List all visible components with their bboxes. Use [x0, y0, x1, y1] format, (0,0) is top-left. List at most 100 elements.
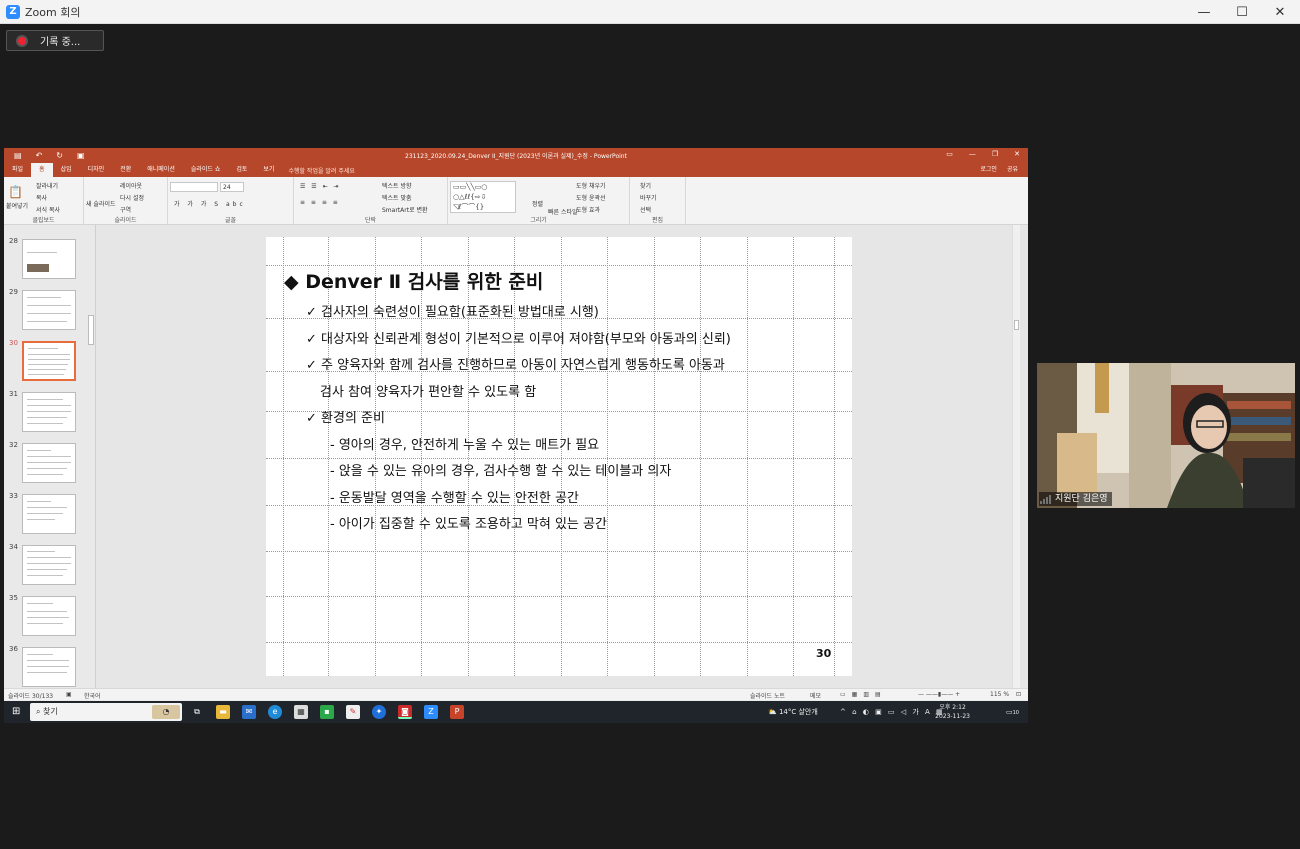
thumbnail-item[interactable]: 28 — [4, 237, 88, 281]
copy-button[interactable]: 복사 — [36, 193, 47, 202]
thumbnail-preview[interactable] — [22, 647, 76, 687]
current-slide[interactable]: ◆ Denver Ⅱ 검사를 위한 준비 ✓ 검사자의 숙련성이 필요함(표준화… — [266, 237, 852, 676]
find-button[interactable]: 찾기 — [640, 181, 651, 190]
thumbnail-preview[interactable] — [22, 494, 76, 534]
file-explorer-icon[interactable]: ▬ — [216, 705, 230, 719]
spellcheck-icon[interactable]: ▣ — [66, 691, 72, 698]
mail-icon[interactable]: ✉ — [242, 705, 256, 719]
paste-icon[interactable]: 📋 — [8, 185, 23, 199]
thumbnail-item[interactable]: 31 — [4, 390, 88, 434]
thumbnail-preview[interactable] — [22, 596, 76, 636]
thumbnail-preview[interactable] — [22, 341, 76, 381]
thumbnail-preview[interactable] — [22, 443, 76, 483]
app-red-icon[interactable]: ◙ — [398, 705, 412, 719]
section-button[interactable]: 구역 — [120, 205, 131, 214]
close-button[interactable]: ✕ — [1261, 0, 1299, 24]
text-direction-button[interactable]: 텍스트 방향 — [382, 181, 412, 190]
weather[interactable]: ⛅ 14°C 살안개 — [768, 701, 818, 723]
font-format-icons[interactable]: 가 가 가 S abc — [174, 199, 246, 208]
reset-button[interactable]: 다시 설정 — [120, 193, 144, 202]
pp-close-button[interactable]: ✕ — [1014, 150, 1020, 158]
notes-button[interactable]: 슬라이드 노트 — [750, 691, 785, 700]
tab-design[interactable]: 디자인 — [80, 163, 113, 177]
thumbnail-item[interactable]: 36 — [4, 645, 88, 689]
thumbnail-item[interactable]: 33 — [4, 492, 88, 536]
layout-button[interactable]: 레이아웃 — [120, 181, 142, 190]
new-slide-button[interactable]: 새 슬라이드 — [86, 199, 116, 208]
arrange-button[interactable]: 정렬 — [532, 199, 543, 208]
tab-transitions[interactable]: 전환 — [112, 163, 139, 177]
thumbnail-item[interactable]: 35 — [4, 594, 88, 638]
slide-sub-bullet: - 앉을 수 있는 유아의 경우, 검사수행 할 수 있는 테이블과 의자 — [330, 464, 672, 479]
search-label: 찾기 — [43, 707, 58, 716]
gridline — [747, 237, 748, 676]
maximize-button[interactable]: ☐ — [1223, 0, 1261, 24]
windows-start-icon[interactable]: ⊞ — [12, 706, 23, 717]
align-icons[interactable]: ≡ ≡ ≡ ≡ — [300, 199, 340, 206]
share-button[interactable]: 공유 — [1007, 163, 1018, 177]
shape-fill-button[interactable]: 도형 채우기 — [576, 181, 606, 190]
comments-button[interactable]: 메모 — [810, 691, 821, 700]
shapes-gallery[interactable]: ▭▭╲╲▭○ ○△ℓℓ{⇨⇩ ◹ℓ⌒⌒{} — [450, 181, 516, 213]
recording-indicator[interactable]: 기록 중... — [6, 30, 104, 51]
scrollbar-thumb[interactable] — [1014, 320, 1019, 330]
list-icons[interactable]: ☰ ☰ ⇤ ⇥ — [300, 183, 341, 190]
thumbnail-preview[interactable] — [22, 239, 76, 279]
shape-effects-button[interactable]: 도형 효과 — [576, 205, 600, 214]
pp-minimize-button[interactable]: — — [969, 150, 976, 158]
language[interactable]: 한국어 — [84, 691, 101, 700]
participant-video[interactable]: 지원단 김은영 — [1037, 363, 1295, 508]
tab-view[interactable]: 보기 — [255, 163, 282, 177]
tab-file[interactable]: 파일 — [4, 163, 31, 177]
align-text-button[interactable]: 텍스트 맞춤 — [382, 193, 412, 202]
app-green-icon[interactable]: ▪ — [320, 705, 334, 719]
tab-slideshow[interactable]: 슬라이드 쇼 — [183, 163, 229, 177]
thumbnail-number: 35 — [9, 594, 18, 602]
font-name-box[interactable] — [170, 182, 218, 192]
font-size-box[interactable]: 24 — [220, 182, 244, 192]
edge-icon[interactable]: e — [268, 705, 282, 719]
tab-home[interactable]: 홈 — [31, 163, 53, 177]
thumbnail-item-selected[interactable]: 30 — [4, 339, 88, 383]
replace-button[interactable]: 바꾸기 — [640, 193, 657, 202]
system-tray-icons[interactable]: ^ ⌂ ◐ ▣ ▭ ◁ 가 A ▦ — [840, 701, 945, 723]
search-highlight-icon[interactable]: ◔ — [152, 705, 180, 719]
fit-slide-icon[interactable]: ⊡ — [1016, 691, 1021, 698]
cut-button[interactable]: 잘라내기 — [36, 181, 58, 190]
notification-center[interactable]: ▭10 — [1006, 701, 1019, 723]
view-icons[interactable]: ▭▦▥▤ — [840, 691, 887, 698]
thumbnail-item[interactable]: 34 — [4, 543, 88, 587]
app-document-icon[interactable]: ✎ — [346, 705, 360, 719]
thumbnail-preview[interactable] — [22, 545, 76, 585]
store-icon[interactable]: ▦ — [294, 705, 308, 719]
thumbnail-item[interactable]: 32 — [4, 441, 88, 485]
thumbnail-preview[interactable] — [22, 392, 76, 432]
app-blue-icon[interactable]: ✦ — [372, 705, 386, 719]
login-link[interactable]: 로그인 — [980, 163, 997, 177]
tab-review[interactable]: 검토 — [228, 163, 255, 177]
minimize-button[interactable]: — — [1185, 0, 1223, 24]
taskbar-clock[interactable]: 오후 2:12 2023-11-23 — [935, 703, 970, 721]
select-button[interactable]: 선택 — [640, 205, 651, 214]
shape-outline-button[interactable]: 도형 윤곽선 — [576, 193, 606, 202]
ribbon-display-icon[interactable]: ▭ — [946, 150, 953, 158]
tab-animations[interactable]: 애니메이션 — [139, 163, 183, 177]
pp-restore-button[interactable]: ❐ — [992, 150, 998, 158]
slide-scrollbar[interactable] — [1012, 225, 1020, 688]
thumbnail-preview[interactable] — [22, 290, 76, 330]
smartart-button[interactable]: SmartArt로 변환 — [382, 205, 428, 214]
tell-me-input[interactable]: 수행할 작업을 알려 주세요 — [288, 166, 354, 175]
format-painter-button[interactable]: 서식 복사 — [36, 205, 60, 214]
weather-text: 14°C 살안개 — [778, 708, 818, 716]
zoom-slider[interactable]: — ——▮—— + — [918, 691, 960, 698]
paste-button[interactable]: 붙여넣기 — [6, 201, 28, 210]
zoom-level[interactable]: 115 % — [990, 691, 1009, 698]
thumbnail-scrollbar[interactable] — [88, 315, 94, 345]
powerpoint-taskbar-icon[interactable]: P — [450, 705, 464, 719]
thumbnail-item[interactable]: 29 — [4, 288, 88, 332]
task-view-icon[interactable]: ⧉ — [190, 705, 204, 719]
paragraph-group: ☰ ☰ ⇤ ⇥ ≡ ≡ ≡ ≡ 텍스트 방향 텍스트 맞춤 SmartArt로 … — [294, 177, 448, 225]
tab-insert[interactable]: 삽입 — [53, 163, 80, 177]
slide-editing-area: ◆ Denver Ⅱ 검사를 위한 준비 ✓ 검사자의 숙련성이 필요함(표준화… — [96, 225, 1020, 688]
zoom-taskbar-icon[interactable]: Z — [424, 705, 438, 719]
